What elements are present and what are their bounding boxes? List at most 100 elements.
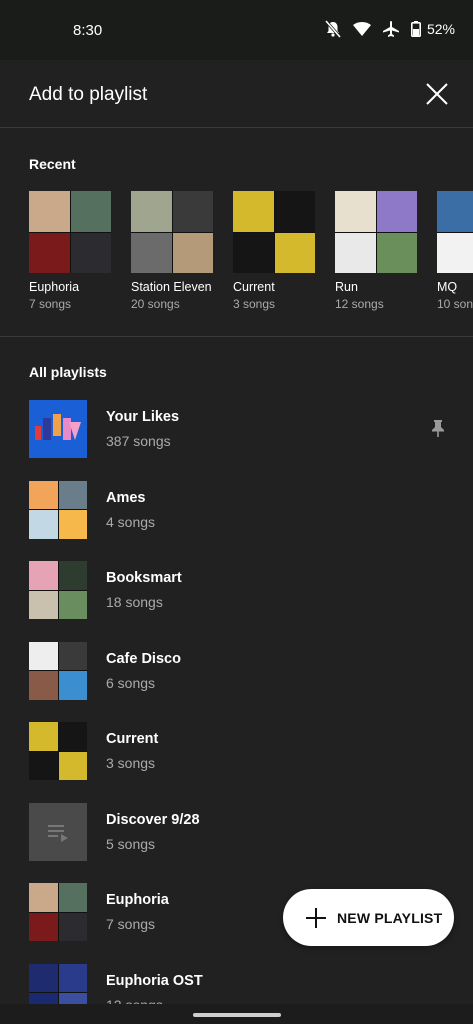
cover-mosaic (29, 722, 87, 780)
recent-playlist-count: 10 songs (437, 297, 473, 311)
cover-tile (58, 561, 87, 590)
cover-tile (70, 232, 111, 273)
cover-tile (274, 232, 315, 273)
cover-tile (335, 191, 376, 232)
cover-tile (29, 641, 58, 670)
cover-tile (437, 232, 473, 273)
cover-tile (58, 912, 87, 941)
cover-tile (58, 641, 87, 670)
cover-tile (376, 232, 417, 273)
playlist-name: Euphoria OST (106, 972, 203, 989)
cover-tile (172, 232, 213, 273)
recent-playlist-name: Station Eleven (131, 280, 212, 294)
sheet-header: Add to playlist (0, 60, 473, 128)
cover-tile (131, 232, 172, 273)
recent-playlist-item[interactable]: Current 3 songs (233, 191, 315, 311)
playlist-name: Current (106, 731, 159, 747)
new-playlist-button[interactable]: NEW PLAYLIST (283, 889, 454, 946)
battery-percent: 52% (426, 21, 455, 37)
recent-playlist-count: 3 songs (233, 297, 276, 311)
notifications-off-icon (324, 20, 341, 38)
playlist-row[interactable]: Discover 9/28 5 songs (0, 802, 473, 884)
battery-icon (410, 21, 421, 37)
cover-tile (29, 963, 58, 992)
close-icon (426, 83, 448, 105)
playlist-name: Ames (106, 489, 146, 506)
cover-tile (29, 883, 58, 912)
playlist-icon (48, 824, 68, 842)
cover-mosaic (29, 641, 87, 700)
playlist-row[interactable]: Current 3 songs (0, 722, 473, 803)
recent-playlist-item[interactable]: Run 12 songs (335, 191, 417, 311)
recent-playlist-name: Euphoria (29, 280, 80, 294)
playlist-row[interactable]: Ames 4 songs (0, 480, 473, 562)
playlist-thumbnail (29, 480, 87, 539)
cover-tile (131, 191, 172, 232)
cover-tile (29, 590, 58, 619)
cover-tile (29, 912, 58, 941)
recent-label: Recent (29, 156, 76, 172)
all-playlists-label: All playlists (29, 364, 107, 380)
playlist-row[interactable]: Your Likes 387 songs (0, 400, 473, 481)
new-playlist-label: NEW PLAYLIST (337, 909, 443, 926)
cover-mosaic (29, 561, 87, 619)
recent-playlist-item[interactable]: Euphoria 7 songs (29, 191, 111, 311)
playlist-song-count: 7 songs (106, 916, 156, 932)
recent-playlist-item[interactable]: Station Eleven 20 songs (131, 191, 213, 311)
wifi-icon (352, 22, 371, 36)
playlist-row[interactable]: Booksmart 18 songs (0, 561, 473, 642)
cover-tile (172, 191, 213, 232)
pin-icon (431, 419, 445, 442)
playlist-name: Booksmart (106, 570, 182, 586)
likes-cover-icon (35, 414, 81, 440)
cover-tile (274, 191, 315, 232)
playlist-thumbnail (29, 802, 87, 861)
gesture-nav-bar (0, 1004, 473, 1024)
recent-playlist-item[interactable]: MQ 10 songs (437, 191, 473, 311)
playlist-thumbnail (29, 561, 87, 619)
cover-mosaic (233, 191, 315, 273)
playlist-name: Discover 9/28 (106, 811, 200, 828)
cover-tile (58, 510, 87, 539)
recent-playlist-count: 7 songs (29, 297, 72, 311)
cover-mosaic (29, 883, 87, 941)
recent-playlists: Euphoria 7 songs Station Eleven 20 songs Cur… (29, 191, 473, 311)
status-time: 8:30 (73, 22, 103, 39)
cover-tile (58, 590, 87, 619)
playlist-song-count: 3 songs (106, 755, 156, 771)
cover-mosaic (131, 191, 213, 273)
cover-tile (29, 191, 70, 232)
cover-tile (58, 751, 87, 780)
cover-mosaic (29, 191, 111, 273)
recent-playlist-name: MQ (437, 280, 458, 294)
add-to-playlist-sheet: Add to playlist Recent Euphoria 7 songs St… (0, 60, 473, 1024)
playlist-song-count: 387 songs (106, 433, 171, 449)
playlist-name: Cafe Disco (106, 650, 181, 667)
cover-tile (29, 751, 58, 780)
cover-tile (233, 191, 274, 232)
home-handle[interactable] (193, 1013, 281, 1017)
recent-playlist-count: 20 songs (131, 297, 180, 311)
cover-tile (58, 963, 87, 992)
cover-mosaic (29, 480, 87, 539)
playlist-thumbnail (29, 641, 87, 700)
playlist-song-count: 5 songs (106, 835, 156, 852)
cover-tile (376, 191, 417, 232)
plus-icon (306, 907, 326, 928)
cover-mosaic (437, 191, 473, 273)
status-icons: 52% (324, 20, 455, 38)
recent-playlist-name: Current (233, 280, 275, 294)
cover-tile (29, 722, 58, 751)
playlist-thumbnail (29, 722, 87, 780)
close-button[interactable] (423, 80, 451, 108)
cover-tile (335, 232, 376, 273)
playlist-name: Your Likes (106, 409, 180, 425)
playlist-row[interactable]: Cafe Disco 6 songs (0, 641, 473, 723)
cover-tile (70, 191, 111, 232)
playlist-name: Euphoria (106, 892, 169, 908)
cover-tile (29, 561, 58, 590)
playlist-song-count: 4 songs (106, 513, 156, 530)
playlist-song-count: 18 songs (106, 594, 163, 610)
divider (0, 336, 473, 337)
status-bar: 8:30 52% (0, 0, 473, 60)
